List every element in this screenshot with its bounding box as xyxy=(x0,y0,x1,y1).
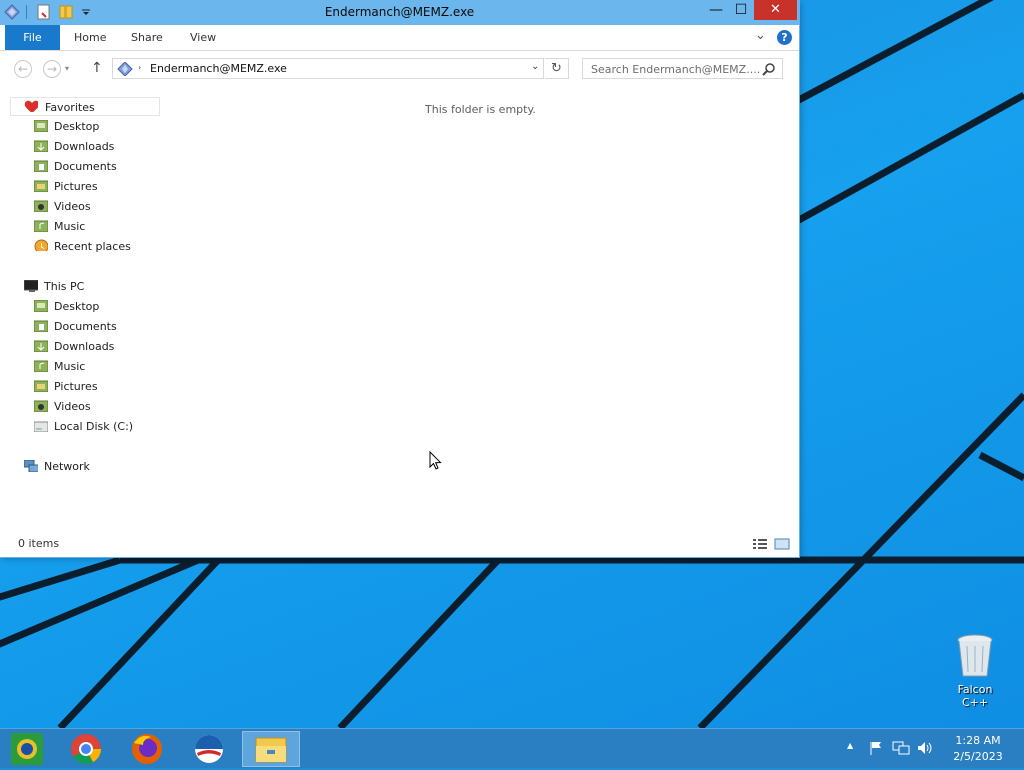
nav-item-label: Downloads xyxy=(54,340,115,353)
chrome-icon xyxy=(71,734,101,764)
minimize-button[interactable]: — xyxy=(702,0,730,20)
address-location-icon xyxy=(117,62,133,76)
music-icon xyxy=(34,360,48,372)
address-text[interactable]: Endermanch@MEMZ.exe xyxy=(150,62,287,75)
address-separator-icon[interactable]: › xyxy=(138,63,141,72)
item-count: 0 items xyxy=(18,537,60,550)
volume-icon[interactable] xyxy=(916,740,934,756)
details-view-icon[interactable] xyxy=(752,537,768,551)
file-explorer-icon xyxy=(255,737,287,763)
network-icon xyxy=(24,460,38,472)
nav-favorites[interactable]: Favorites xyxy=(10,97,160,116)
app1-icon xyxy=(11,733,43,765)
close-button[interactable]: ✕ xyxy=(754,0,797,20)
tab-view[interactable]: View xyxy=(190,25,216,50)
nav-item-label: Local Disk (C:) xyxy=(54,420,134,433)
downloads-icon xyxy=(34,340,48,352)
nav-item-label: Pictures xyxy=(54,180,98,193)
tab-file[interactable]: File xyxy=(5,25,60,50)
desktop-icon xyxy=(34,300,48,312)
taskbar-obama-app[interactable] xyxy=(183,731,235,767)
recent-locations-icon[interactable]: ▾ xyxy=(65,64,69,73)
obama-logo-icon xyxy=(195,735,223,763)
title-bar[interactable]: Endermanch@MEMZ.exe — ☐ ✕ xyxy=(0,0,799,25)
search-box[interactable]: Search Endermanch@MEMZ.... xyxy=(582,58,783,79)
mouse-cursor-icon xyxy=(429,451,442,470)
nav-item-label: Videos xyxy=(54,400,91,413)
nav-network-label: Network xyxy=(44,460,90,473)
nav-item-label: Recent places xyxy=(54,240,131,253)
videos-icon xyxy=(34,200,48,212)
nav-favorites-label: Favorites xyxy=(45,101,95,114)
large-icons-view-icon[interactable] xyxy=(774,537,790,551)
search-icon[interactable] xyxy=(762,62,776,76)
tab-home[interactable]: Home xyxy=(74,25,106,50)
taskbar-file-explorer[interactable] xyxy=(242,731,300,767)
action-center-flag-icon[interactable] xyxy=(868,740,884,756)
favorites-heart-icon xyxy=(24,100,38,112)
documents-icon xyxy=(34,320,48,332)
navigation-bar: ← → ▾ ↑ › Endermanch@MEMZ.exe ⌄ ↻ Search… xyxy=(0,51,799,87)
documents-icon xyxy=(34,160,48,172)
nav-item-label: Desktop xyxy=(54,120,100,133)
nav-item-label: Documents xyxy=(54,320,117,333)
nav-item-label: Videos xyxy=(54,200,91,213)
network-status-icon[interactable] xyxy=(892,740,910,756)
status-bar: 0 items xyxy=(0,533,799,555)
window-title: Endermanch@MEMZ.exe xyxy=(324,5,475,19)
up-button[interactable]: ↑ xyxy=(91,60,103,76)
nav-item-label: Music xyxy=(54,220,86,233)
nav-item-label: Music xyxy=(54,360,86,373)
videos-icon xyxy=(34,400,48,412)
expand-ribbon-icon[interactable]: ⌄ xyxy=(755,28,766,43)
desktop-recycle-bin[interactable]: Falcon C++ xyxy=(944,632,1006,709)
recycle-bin-label: Falcon C++ xyxy=(957,683,993,709)
taskbar-chrome[interactable] xyxy=(60,731,112,767)
nav-item-label: Desktop xyxy=(54,300,100,313)
help-button[interactable]: ? xyxy=(777,30,792,45)
firefox-icon xyxy=(132,734,162,764)
recycle-bin-icon xyxy=(957,634,993,677)
music-icon xyxy=(34,220,48,232)
address-bar[interactable]: › Endermanch@MEMZ.exe ⌄ xyxy=(112,58,544,79)
empty-folder-message: This folder is empty. xyxy=(425,103,536,116)
show-hidden-icons[interactable]: ▲ xyxy=(847,741,853,750)
clock-date: 2/5/2023 xyxy=(953,750,1003,763)
navigation-pane: Favorites Desktop Downloads Documents Pi… xyxy=(4,95,164,535)
clock-time: 1:28 AM xyxy=(955,734,1001,747)
nav-item-label: Downloads xyxy=(54,140,115,153)
tray-clock[interactable]: 1:28 AM 2/5/2023 xyxy=(940,733,1016,765)
nav-item-label: Documents xyxy=(54,160,117,173)
ribbon: File Home Share View ⌄ ? xyxy=(0,25,799,51)
nav-this-pc-label: This PC xyxy=(44,280,85,293)
back-button[interactable]: ← xyxy=(14,60,32,78)
downloads-icon xyxy=(34,140,48,152)
taskbar: ▲ 1:28 AM 2/5/2023 xyxy=(0,728,1024,768)
local-disk-icon xyxy=(34,421,48,432)
forward-button[interactable]: → xyxy=(43,60,61,78)
file-explorer-window: Endermanch@MEMZ.exe — ☐ ✕ File Home Shar… xyxy=(0,0,799,557)
this-pc-icon xyxy=(24,280,38,292)
taskbar-firefox[interactable] xyxy=(121,731,173,767)
pictures-icon xyxy=(34,180,48,192)
refresh-button[interactable]: ↻ xyxy=(545,58,569,79)
nav-item-label: Pictures xyxy=(54,380,98,393)
taskbar-app1[interactable] xyxy=(2,731,54,767)
tab-share[interactable]: Share xyxy=(131,25,163,50)
desktop-icon xyxy=(34,120,48,132)
pictures-icon xyxy=(34,380,48,392)
maximize-button[interactable]: ☐ xyxy=(727,0,755,20)
address-dropdown-icon[interactable]: ⌄ xyxy=(531,61,539,72)
search-input[interactable]: Search Endermanch@MEMZ.... xyxy=(591,63,761,76)
recent-places-icon xyxy=(34,239,48,251)
